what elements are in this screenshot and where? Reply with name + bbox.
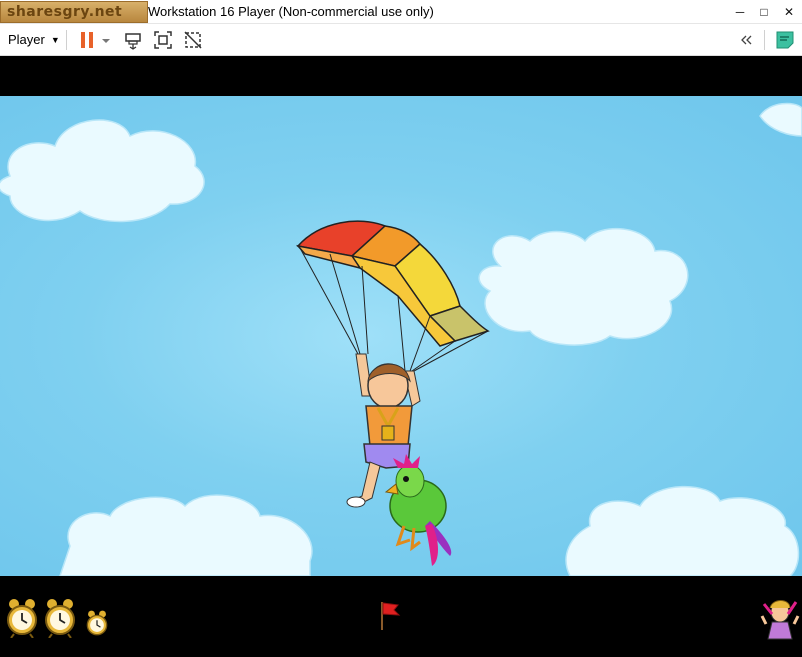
player-menu-label: Player <box>8 32 45 47</box>
notes-icon[interactable] <box>774 29 796 51</box>
cloud <box>59 494 313 576</box>
cloud <box>565 485 800 576</box>
unity-icon[interactable] <box>182 29 204 51</box>
minimize-button[interactable]: ─ <box>727 0 753 24</box>
game-canvas[interactable] <box>0 96 802 576</box>
send-ctrl-alt-del-icon[interactable] <box>122 29 144 51</box>
pause-icon[interactable] <box>76 29 98 51</box>
maximize-button[interactable]: □ <box>751 0 777 24</box>
player-menu-button[interactable]: Player ▼ <box>8 32 60 47</box>
collapse-toolbar-icon[interactable] <box>735 29 757 51</box>
pause-dropdown-icon[interactable] <box>99 29 113 51</box>
vm-toolbar: Player ▼ <box>0 24 802 56</box>
title-bar: sharesgry.net Workstation 16 Player (Non… <box>0 0 802 24</box>
cloud <box>0 119 205 223</box>
parachute <box>296 220 490 347</box>
cloud <box>478 228 689 346</box>
watermark-text: sharesgry.net <box>7 4 123 20</box>
cloud <box>759 102 802 137</box>
game-hud <box>0 576 802 657</box>
alarm-clock-icon <box>7 599 37 638</box>
toolbar-divider <box>66 30 67 50</box>
parrot-character <box>384 454 452 566</box>
red-flag-icon[interactable] <box>378 600 402 630</box>
fit-guest-icon[interactable] <box>152 29 174 51</box>
watermark-logo: sharesgry.net <box>0 1 148 23</box>
game-scene <box>0 102 802 576</box>
toolbar-divider <box>764 30 765 50</box>
chevron-down-icon: ▼ <box>50 35 60 45</box>
close-button[interactable]: ✕ <box>776 0 802 24</box>
alarm-clock-icon <box>45 599 75 638</box>
window-title: Workstation 16 Player (Non-commercial us… <box>148 4 434 19</box>
fairy-mascot-icon[interactable] <box>760 594 800 644</box>
alarm-clock-small-icon <box>86 610 108 636</box>
